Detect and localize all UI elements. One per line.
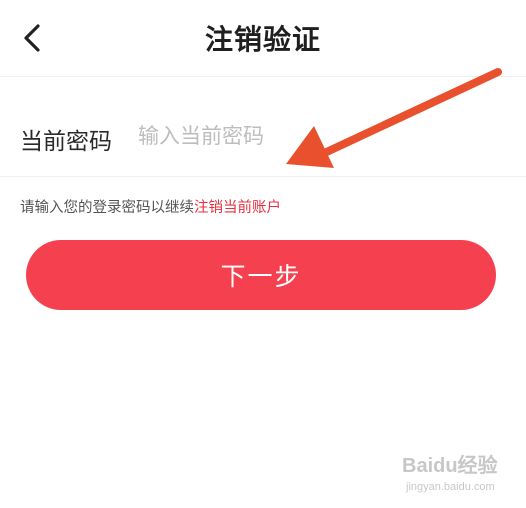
next-step-button[interactable]: 下一步: [26, 240, 496, 310]
watermark-url: jingyan.baidu.com: [405, 481, 495, 493]
page-title: 注销验证: [204, 23, 321, 56]
page: 注销验证 当前密码 请输入您的登录密码以继续注销当前账户 下一步 Baidu经验…: [0, 0, 526, 508]
baidu-jingyan-watermark: Baidu经验 jingyan.baidu.com: [398, 448, 510, 498]
current-password-input[interactable]: [138, 116, 478, 156]
cancel-account-link[interactable]: 注销当前账户: [194, 200, 281, 216]
hint-prefix: 请输入您的登录密码以继续: [20, 200, 194, 216]
header-bar: 注销验证: [0, 0, 526, 77]
watermark-text: Baidu经验: [402, 453, 498, 477]
password-row: 当前密码: [0, 100, 526, 177]
password-label: 当前密码: [20, 129, 112, 155]
hint-text: 请输入您的登录密码以继续注销当前账户: [20, 196, 281, 217]
